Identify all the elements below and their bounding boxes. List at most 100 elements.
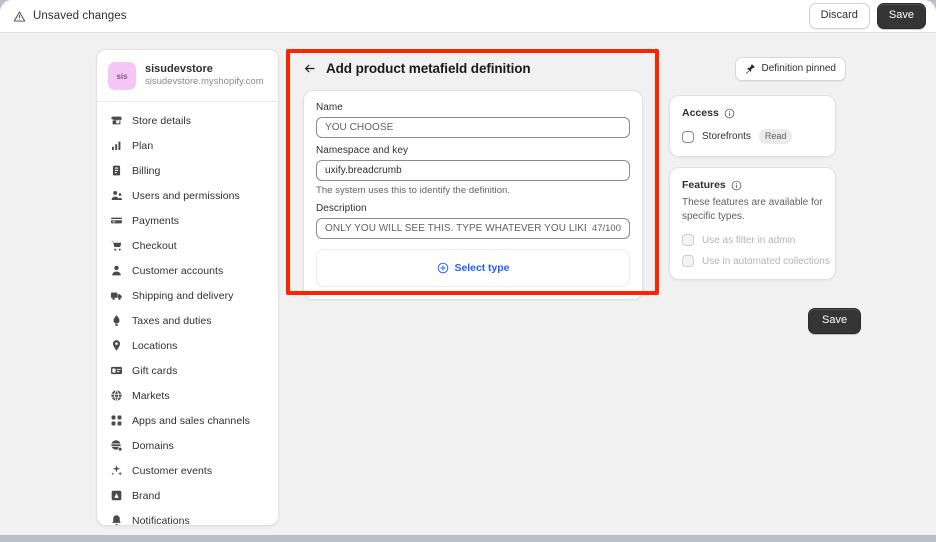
sidebar-item-label: Notifications — [132, 514, 190, 526]
gift-card-icon — [110, 364, 123, 377]
automated-collections-checkbox-row: Use in automated collections — [682, 255, 830, 267]
sidebar-item-apps-and-sales-channels[interactable]: Apps and sales channels — [104, 411, 271, 431]
apps-grid-icon — [110, 414, 123, 427]
sidebar-item-locations[interactable]: Locations — [104, 336, 271, 356]
pin-icon — [745, 63, 756, 74]
description-char-counter: 47/100 — [591, 223, 621, 234]
namespace-input[interactable]: uxify.breadcrumb — [316, 160, 630, 181]
nav-row-wrapper: Notifications — [104, 508, 271, 526]
truck-icon — [110, 289, 123, 302]
storefronts-checkbox[interactable] — [682, 130, 694, 143]
nav-row-wrapper: Markets — [104, 383, 271, 408]
nav-row-wrapper: Checkout — [104, 233, 271, 258]
name-input-value: YOU CHOOSE — [325, 122, 394, 133]
sidebar-item-taxes-and-duties[interactable]: Taxes and duties — [104, 311, 271, 331]
nav-row-wrapper: Apps and sales channels — [104, 408, 271, 433]
select-type-label: Select type — [454, 262, 510, 274]
nav-row-wrapper: Billing — [104, 158, 271, 183]
sidebar-item-markets[interactable]: Markets — [104, 386, 271, 406]
sidebar-item-plan[interactable]: Plan — [104, 136, 271, 156]
nav-row-wrapper: Plan — [104, 133, 271, 158]
person-icon — [110, 264, 123, 277]
sidebar-item-checkout[interactable]: Checkout — [104, 236, 271, 256]
features-card-header: Features — [682, 179, 823, 191]
namespace-field-group: Namespace and key uxify.breadcrumb The s… — [316, 145, 630, 196]
location-pin-icon — [110, 339, 123, 352]
sidebar-item-customer-events[interactable]: Customer events — [104, 461, 271, 481]
automated-collections-checkbox — [682, 255, 694, 267]
info-circle-icon[interactable] — [724, 108, 735, 119]
sidebar-item-brand[interactable]: Brand — [104, 486, 271, 506]
storefronts-checkbox-row[interactable]: Storefronts Read — [682, 129, 823, 144]
app-window: Unsaved changes Discard Save sis sisudev… — [0, 0, 936, 535]
automated-collections-label: Use in automated collections — [702, 255, 830, 267]
globe-icon — [110, 389, 123, 402]
save-bar-message-group: Unsaved changes — [0, 10, 127, 23]
nav-row-wrapper: Brand — [104, 483, 271, 508]
sidebar-item-label: Locations — [132, 339, 178, 352]
store-name: sisudevstore — [145, 62, 213, 75]
use-as-filter-label: Use as filter in admin — [702, 234, 796, 246]
warning-triangle-icon — [13, 10, 26, 23]
sidebar-item-shipping-and-delivery[interactable]: Shipping and delivery — [104, 286, 271, 306]
sidebar-item-label: Shipping and delivery — [132, 289, 234, 302]
nav-row-wrapper: Users and permissions — [104, 183, 271, 208]
save-button-footer[interactable]: Save — [808, 308, 862, 334]
back-arrow-icon[interactable] — [303, 62, 316, 75]
sidebar-item-label: Payments — [132, 214, 180, 227]
description-input[interactable]: ONLY YOU WILL SEE THIS. TYPE WHATEVER YO… — [316, 218, 630, 239]
chart-bar-icon — [110, 139, 123, 152]
sidebar-item-label: Brand — [132, 489, 161, 502]
save-bar-actions: Discard Save — [808, 3, 936, 29]
sidebar-item-label: Checkout — [132, 239, 177, 252]
name-label: Name — [316, 102, 343, 113]
store-header[interactable]: sis sisudevstore sisudevstore.myshopify.… — [97, 50, 278, 102]
sidebar-item-customer-accounts[interactable]: Customer accounts — [104, 261, 271, 281]
nav-row-wrapper: Store details — [104, 108, 271, 133]
nav-row-wrapper: Locations — [104, 333, 271, 358]
info-circle-icon[interactable] — [731, 180, 742, 191]
sidebar-item-notifications[interactable]: Notifications — [104, 511, 271, 526]
description-input-value: ONLY YOU WILL SEE THIS. TYPE WHATEVER YO… — [325, 223, 586, 234]
access-card: Access Storefronts Read — [669, 95, 836, 157]
features-title: Features — [682, 179, 726, 191]
settings-sidebar: sis sisudevstore sisudevstore.myshopify.… — [96, 49, 279, 526]
access-title: Access — [682, 107, 719, 119]
domain-globe-icon — [110, 439, 123, 452]
sidebar-item-gift-cards[interactable]: Gift cards — [104, 361, 271, 381]
contextual-save-bar: Unsaved changes Discard Save — [0, 0, 936, 33]
store-domain: sisudevstore.myshopify.com — [145, 76, 264, 88]
sidebar-item-label: Gift cards — [132, 364, 178, 377]
sidebar-item-store-details[interactable]: Store details — [104, 111, 271, 131]
metafield-form-card: Name YOU CHOOSE Namespace and key uxify.… — [303, 90, 643, 300]
sidebar-item-domains[interactable]: Domains — [104, 436, 271, 456]
nav-row-wrapper: Taxes and duties — [104, 308, 271, 333]
sidebar-item-label: Plan — [132, 139, 154, 152]
status-badge: Read — [758, 129, 793, 144]
select-type-button[interactable]: Select type — [316, 249, 630, 287]
sidebar-item-label: Customer accounts — [132, 264, 224, 277]
sidebar-item-label: Taxes and duties — [132, 314, 212, 327]
billing-icon — [110, 164, 123, 177]
namespace-help-text: The system uses this to identify the def… — [316, 185, 511, 196]
definition-pinned-button[interactable]: Definition pinned — [734, 57, 846, 81]
discard-button[interactable]: Discard — [808, 3, 870, 29]
sidebar-item-payments[interactable]: Payments — [104, 211, 271, 231]
use-as-filter-checkbox — [682, 234, 694, 246]
settings-nav-list: Store details Plan Billing Users and permis… — [97, 102, 278, 526]
save-button-topbar[interactable]: Save — [876, 3, 926, 29]
store-identity: sisudevstore sisudevstore.myshopify.com — [145, 63, 264, 90]
namespace-label: Namespace and key — [316, 145, 409, 156]
circle-plus-icon — [437, 262, 449, 274]
store-icon — [110, 114, 123, 127]
nav-row-wrapper: Domains — [104, 433, 271, 458]
name-input[interactable]: YOU CHOOSE — [316, 117, 630, 138]
users-icon — [110, 189, 123, 202]
payments-icon — [110, 214, 123, 227]
avatar: sis — [108, 62, 136, 90]
sidebar-item-users-and-permissions[interactable]: Users and permissions — [104, 186, 271, 206]
name-field-group: Name YOU CHOOSE — [316, 102, 630, 138]
nav-row-wrapper: Gift cards — [104, 358, 271, 383]
description-field-group: Description ONLY YOU WILL SEE THIS. TYPE… — [316, 203, 630, 239]
sidebar-item-billing[interactable]: Billing — [104, 161, 271, 181]
